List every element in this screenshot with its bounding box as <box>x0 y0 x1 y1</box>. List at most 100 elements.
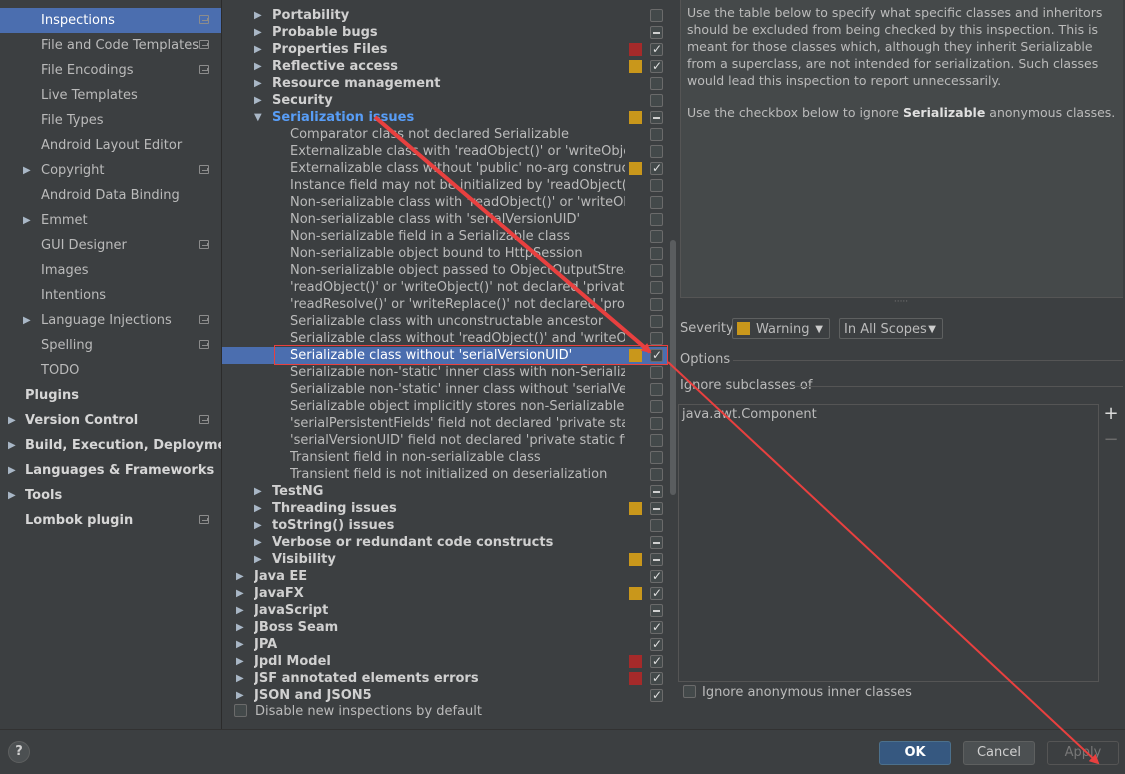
tree-group-row[interactable]: ▶ Resource management <box>222 75 667 92</box>
inspection-checkbox[interactable] <box>650 366 663 379</box>
tree-group-row[interactable]: ▶ JSF annotated elements errors <box>222 670 667 687</box>
expand-arrow-icon[interactable]: ▶ <box>254 551 262 568</box>
sidebar-item-gui-designer[interactable]: GUI Designer <box>0 233 221 258</box>
sidebar-item-spelling[interactable]: Spelling <box>0 333 221 358</box>
expand-arrow-icon[interactable]: ▶ <box>8 458 16 483</box>
expand-arrow-icon[interactable]: ▶ <box>254 517 262 534</box>
tree-row[interactable]: Instance field may not be initialized by… <box>222 177 667 194</box>
expand-arrow-icon[interactable]: ▶ <box>23 208 31 233</box>
tree-row[interactable]: Non-serializable class with 'readObject(… <box>222 194 667 211</box>
ignore-anonymous-checkbox[interactable] <box>683 685 696 698</box>
tree-group-row[interactable]: ▶ Verbose or redundant code constructs <box>222 534 667 551</box>
inspection-checkbox[interactable] <box>650 568 663 585</box>
inspection-checkbox[interactable] <box>650 468 663 481</box>
tree-row[interactable]: 'readResolve()' or 'writeReplace()' not … <box>222 296 667 313</box>
expand-arrow-icon[interactable]: ▶ <box>236 602 244 619</box>
inspection-checkbox[interactable] <box>650 670 663 687</box>
inspection-checkbox[interactable] <box>650 160 663 177</box>
inspection-checkbox[interactable] <box>650 604 663 617</box>
inspection-checkbox[interactable] <box>650 41 663 58</box>
expand-arrow-icon[interactable]: ▶ <box>8 433 16 458</box>
tree-group-row[interactable]: ▶ Java EE <box>222 568 667 585</box>
expand-arrow-icon[interactable]: ▶ <box>254 24 262 41</box>
tree-group-row[interactable]: ▶ JBoss Seam <box>222 619 667 636</box>
list-item[interactable]: java.awt.Component <box>682 406 817 423</box>
inspection-checkbox[interactable] <box>650 519 663 532</box>
inspection-checkbox[interactable] <box>650 434 663 447</box>
inspection-checkbox[interactable] <box>650 111 663 124</box>
expand-arrow-icon[interactable]: ▶ <box>254 7 262 24</box>
expand-arrow-icon[interactable]: ▶ <box>254 41 262 58</box>
sidebar-item-emmet[interactable]: ▶ Emmet <box>0 208 221 233</box>
tree-group-row[interactable]: ▶ Jpdl Model <box>222 653 667 670</box>
sidebar-item-plugins[interactable]: Plugins <box>0 383 221 408</box>
inspection-checkbox[interactable] <box>650 315 663 328</box>
inspection-checkbox[interactable] <box>650 94 663 107</box>
tree-row[interactable]: 'serialPersistentFields' field not decla… <box>222 415 667 432</box>
tree-row[interactable]: Externalizable class without 'public' no… <box>222 160 667 177</box>
tree-row[interactable]: Externalizable class with 'readObject()'… <box>222 143 667 160</box>
inspection-checkbox[interactable] <box>650 128 663 141</box>
tree-row[interactable]: Serializable non-'static' inner class wi… <box>222 381 667 398</box>
ok-button[interactable]: OK <box>879 741 951 765</box>
tree-group-row[interactable]: ▶ Reflective access <box>222 58 667 75</box>
severity-dropdown[interactable]: Warning ▼ <box>732 318 830 339</box>
add-icon[interactable]: + <box>1103 404 1119 424</box>
expand-arrow-icon[interactable]: ▶ <box>254 92 262 109</box>
tree-row[interactable]: 'readObject()' or 'writeObject()' not de… <box>222 279 667 296</box>
inspection-checkbox[interactable] <box>650 58 663 75</box>
splitter-handle[interactable]: ····· <box>893 298 909 307</box>
collapse-arrow-icon[interactable]: ▼ <box>254 109 262 126</box>
tree-group-row[interactable]: ▶ Properties Files <box>222 41 667 58</box>
tree-row[interactable]: Non-serializable class with 'serialVersi… <box>222 211 667 228</box>
tree-row[interactable]: Non-serializable object bound to HttpSes… <box>222 245 667 262</box>
disable-new-inspections-checkbox[interactable] <box>234 704 247 717</box>
expand-arrow-icon[interactable]: ▶ <box>8 408 16 433</box>
expand-arrow-icon[interactable]: ▶ <box>236 687 244 704</box>
sidebar-item-live-templates[interactable]: Live Templates <box>0 83 221 108</box>
inspection-checkbox[interactable] <box>650 400 663 413</box>
sidebar-item-intentions[interactable]: Intentions <box>0 283 221 308</box>
sidebar-item-images[interactable]: Images <box>0 258 221 283</box>
inspection-checkbox[interactable] <box>650 247 663 260</box>
sidebar-item-file-and-code-templates[interactable]: File and Code Templates <box>0 33 221 58</box>
tree-group-row[interactable]: ▶ Portability <box>222 7 667 24</box>
scope-dropdown[interactable]: In All Scopes ▼ <box>839 318 943 339</box>
expand-arrow-icon[interactable]: ▶ <box>254 500 262 517</box>
inspection-checkbox[interactable] <box>650 383 663 396</box>
inspection-checkbox[interactable] <box>650 502 663 515</box>
ignored-classes-list[interactable]: java.awt.Component <box>678 404 1099 682</box>
tree-row[interactable]: Non-serializable field in a Serializable… <box>222 228 667 245</box>
expand-arrow-icon[interactable]: ▶ <box>236 585 244 602</box>
inspection-checkbox[interactable] <box>650 145 663 158</box>
tree-scrollbar[interactable] <box>670 240 676 495</box>
inspection-checkbox[interactable] <box>650 26 663 39</box>
inspection-checkbox[interactable] <box>650 553 663 566</box>
sidebar-item-android-layout-editor[interactable]: Android Layout Editor <box>0 133 221 158</box>
tree-row[interactable]: Transient field in non-serializable clas… <box>222 449 667 466</box>
inspection-checkbox[interactable] <box>650 9 663 22</box>
tree-row[interactable]: Transient field is not initialized on de… <box>222 466 667 483</box>
inspection-checkbox[interactable] <box>650 332 663 345</box>
expand-arrow-icon[interactable]: ▶ <box>254 534 262 551</box>
expand-arrow-icon[interactable]: ▶ <box>236 568 244 585</box>
help-icon[interactable]: ? <box>8 741 30 763</box>
sidebar-item-lombok-plugin[interactable]: Lombok plugin <box>0 508 221 533</box>
tree-group-row[interactable]: ▶ JPA <box>222 636 667 653</box>
expand-arrow-icon[interactable]: ▶ <box>23 308 31 333</box>
remove-icon[interactable]: − <box>1103 430 1119 450</box>
tree-group-row[interactable]: ▶ Probable bugs <box>222 24 667 41</box>
inspection-checkbox[interactable] <box>650 687 663 704</box>
expand-arrow-icon[interactable]: ▶ <box>8 483 16 508</box>
tree-group-row[interactable]: ▼ Serialization issues <box>222 109 667 126</box>
tree-row[interactable]: Serializable object implicitly stores no… <box>222 398 667 415</box>
tree-row[interactable]: Serializable class with unconstructable … <box>222 313 667 330</box>
tree-row[interactable]: 'serialVersionUID' field not declared 'p… <box>222 432 667 449</box>
inspection-checkbox[interactable] <box>650 213 663 226</box>
inspection-checkbox[interactable] <box>650 196 663 209</box>
expand-arrow-icon[interactable]: ▶ <box>254 75 262 92</box>
inspection-checkbox[interactable] <box>650 451 663 464</box>
tree-group-row[interactable]: ▶ Threading issues <box>222 500 667 517</box>
inspection-checkbox[interactable] <box>650 298 663 311</box>
tree-row[interactable]: Comparator class not declared Serializab… <box>222 126 667 143</box>
